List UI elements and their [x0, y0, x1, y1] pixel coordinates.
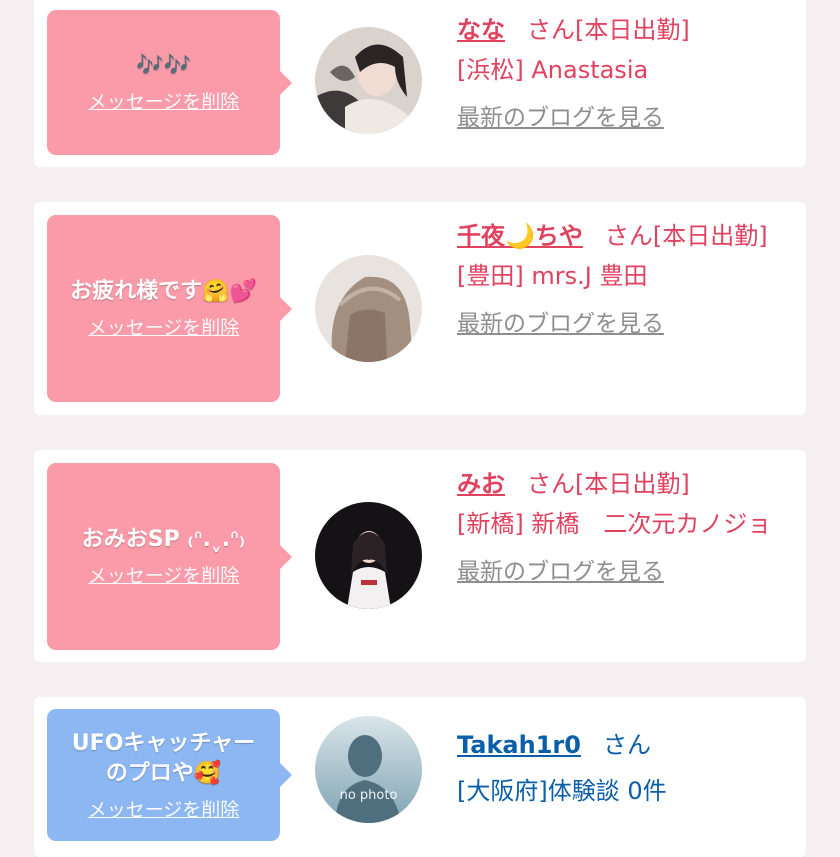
profile-name-link[interactable]: なな — [457, 16, 505, 44]
avatar[interactable] — [315, 27, 422, 134]
shop-name: [豊田] mrs.J 豊田 — [457, 262, 648, 290]
message-bubble: 🎶🎶 メッセージを削除 — [47, 10, 292, 155]
shop-name: [浜松] Anastasia — [457, 56, 649, 84]
avatar[interactable] — [315, 502, 422, 609]
profile-info: なな さん[本日出勤] [浜松] Anastasia 最新のブログを見る — [457, 10, 792, 138]
avatar[interactable] — [315, 255, 422, 362]
message-card: おみおSP ₍ᐢ.ˬ.ᐢ₎ メッセージを削除 みお さん[本日出勤] [新橋] 新… — [34, 450, 806, 662]
shop-name: [新橋] 新橋 二次元カノジョ — [457, 510, 772, 538]
message-bubble: お疲れ様です🤗💕 メッセージを削除 — [47, 215, 292, 402]
avatar[interactable]: no photo — [315, 716, 422, 823]
profile-name-link[interactable]: 千夜🌙ちや — [457, 222, 583, 250]
delete-message-link[interactable]: メッセージを削除 — [88, 795, 240, 822]
profile-name-link[interactable]: みお — [457, 470, 505, 498]
honorific-status: さん[本日出勤] — [527, 470, 690, 498]
profile-name-link[interactable]: Takah1r0 — [457, 731, 581, 759]
avatar-photo-icon — [315, 502, 422, 609]
profile-info: 千夜🌙ちや さん[本日出勤] [豊田] mrs.J 豊田 最新のブログを見る — [457, 216, 792, 344]
message-card: UFOキャッチャーのプロや🥰 メッセージを削除 no photo Takah1r… — [34, 697, 806, 857]
message-card: お疲れ様です🤗💕 メッセージを削除 千夜🌙ちや さん[本日出勤] [豊田] mrs… — [34, 202, 806, 415]
avatar-photo-icon — [315, 27, 422, 134]
delete-message-link[interactable]: メッセージを削除 — [88, 313, 240, 340]
latest-blog-link[interactable]: 最新のブログを見る — [457, 552, 664, 592]
message-bubble: おみおSP ₍ᐢ.ˬ.ᐢ₎ メッセージを削除 — [47, 463, 292, 650]
no-photo-avatar-icon — [315, 716, 422, 823]
profile-info: みお さん[本日出勤] [新橋] 新橋 二次元カノジョ 最新のブログを見る — [457, 464, 792, 592]
delete-message-link[interactable]: メッセージを削除 — [88, 87, 240, 114]
message-card: 🎶🎶 メッセージを削除 なな さん[本日出勤] [浜松] Anastasia 最新… — [34, 0, 806, 167]
latest-blog-link[interactable]: 最新のブログを見る — [457, 98, 664, 138]
honorific-status: さん[本日出勤] — [527, 16, 690, 44]
latest-blog-link[interactable]: 最新のブログを見る — [457, 304, 664, 344]
delete-message-link[interactable]: メッセージを削除 — [88, 561, 240, 588]
honorific-status: さん[本日出勤] — [604, 222, 768, 250]
message-text: お疲れ様です🤗💕 — [70, 279, 257, 304]
no-photo-label: no photo — [339, 788, 398, 803]
avatar-photo-icon — [315, 255, 422, 362]
message-bubble: UFOキャッチャーのプロや🥰 メッセージを削除 — [47, 709, 292, 841]
message-text: おみおSP ₍ᐢ.ˬ.ᐢ₎ — [81, 527, 246, 552]
review-info: [大阪府]体験談 0件 — [457, 777, 667, 805]
honorific: さん — [602, 731, 651, 759]
profile-info: Takah1r0 さん [大阪府]体験談 0件 — [457, 725, 792, 811]
message-text: UFOキャッチャーのプロや🥰 — [71, 730, 256, 786]
message-text: 🎶🎶 — [136, 53, 191, 78]
